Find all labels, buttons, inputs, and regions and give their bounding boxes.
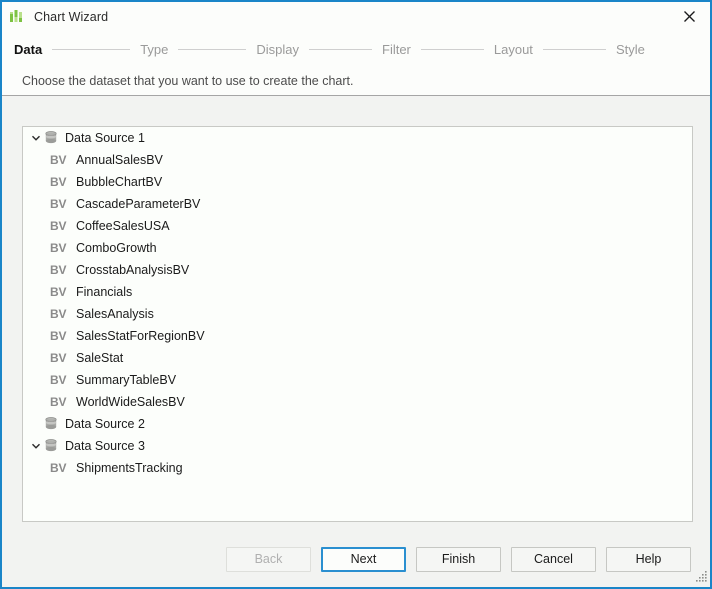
wizard-step-filter[interactable]: Filter bbox=[382, 42, 411, 57]
wizard-step-data[interactable]: Data bbox=[14, 42, 42, 57]
business-view-icon: BV bbox=[50, 175, 67, 189]
close-icon bbox=[683, 11, 695, 22]
tree-item[interactable]: BV SalesAnalysis bbox=[23, 303, 692, 325]
step-connector bbox=[420, 48, 484, 50]
business-view-icon: BV bbox=[50, 351, 67, 365]
wizard-step-type[interactable]: Type bbox=[140, 42, 168, 57]
tree-item-label: AnnualSalesBV bbox=[76, 153, 163, 167]
tree-item[interactable]: BV CascadeParameterBV bbox=[23, 193, 692, 215]
chevron-down-icon bbox=[31, 135, 41, 141]
title-bar: Chart Wizard bbox=[2, 2, 710, 32]
wizard-step-display[interactable]: Display bbox=[256, 42, 299, 57]
tree-item-label: Financials bbox=[76, 285, 133, 299]
step-connector bbox=[309, 48, 372, 50]
database-icon bbox=[43, 438, 59, 454]
wizard-step-layout[interactable]: Layout bbox=[494, 42, 533, 57]
dialog-button-bar: Back Next Finish Cancel Help bbox=[2, 531, 710, 587]
finish-button[interactable]: Finish bbox=[416, 546, 501, 572]
content-area: Data Source 1 BV AnnualSalesBV BV BubbleChar… bbox=[2, 97, 710, 587]
tree-item[interactable]: BV CrosstabAnalysisBV bbox=[23, 259, 692, 281]
tree-item[interactable]: Data Source 2 bbox=[23, 413, 692, 435]
business-view-icon: BV bbox=[50, 153, 67, 167]
tree-item[interactable]: BV ComboGrowth bbox=[23, 237, 692, 259]
business-view-icon: BV bbox=[50, 219, 67, 233]
tree-item-label: Data Source 2 bbox=[65, 417, 145, 431]
tree-item-label: WorldWideSalesBV bbox=[76, 395, 185, 409]
tree-item-label: ShipmentsTracking bbox=[76, 461, 183, 475]
help-button[interactable]: Help bbox=[606, 546, 691, 572]
business-view-icon: BV bbox=[50, 461, 67, 475]
tree-item[interactable]: BV Financials bbox=[23, 281, 692, 303]
dataset-tree[interactable]: Data Source 1 BV AnnualSalesBV BV BubbleChar… bbox=[22, 126, 693, 522]
tree-item-label: SalesStatForRegionBV bbox=[76, 329, 205, 343]
resize-grip-icon[interactable] bbox=[692, 569, 708, 585]
business-view-icon: BV bbox=[50, 307, 67, 321]
tree-item[interactable]: BV WorldWideSalesBV bbox=[23, 391, 692, 413]
tree-item-label: SalesAnalysis bbox=[76, 307, 154, 321]
cancel-button[interactable]: Cancel bbox=[511, 546, 596, 572]
tree-item[interactable]: BV SaleStat bbox=[23, 347, 692, 369]
step-connector bbox=[178, 48, 247, 50]
tree-item[interactable]: BV SummaryTableBV bbox=[23, 369, 692, 391]
wizard-step-bar: Data Type Display Filter Layout Style bbox=[2, 31, 710, 67]
business-view-icon: BV bbox=[50, 197, 67, 211]
tree-item-label: Data Source 1 bbox=[65, 131, 145, 145]
tree-item[interactable]: Data Source 3 bbox=[23, 435, 692, 457]
step-connector bbox=[542, 48, 606, 50]
window-title: Chart Wizard bbox=[34, 9, 109, 24]
database-icon bbox=[43, 130, 59, 146]
tree-item-label: CoffeeSalesUSA bbox=[76, 219, 170, 233]
business-view-icon: BV bbox=[50, 395, 67, 409]
database-icon bbox=[43, 416, 59, 432]
page-description: Choose the dataset that you want to use … bbox=[2, 67, 710, 96]
tree-item-label: CascadeParameterBV bbox=[76, 197, 201, 211]
tree-item[interactable]: BV CoffeeSalesUSA bbox=[23, 215, 692, 237]
tree-item-label: ComboGrowth bbox=[76, 241, 157, 255]
tree-item[interactable]: BV AnnualSalesBV bbox=[23, 149, 692, 171]
tree-item-label: SummaryTableBV bbox=[76, 373, 177, 387]
tree-item-label: Data Source 3 bbox=[65, 439, 145, 453]
tree-expander[interactable] bbox=[29, 131, 43, 145]
business-view-icon: BV bbox=[50, 241, 67, 255]
tree-item[interactable]: BV SalesStatForRegionBV bbox=[23, 325, 692, 347]
step-connector bbox=[52, 48, 131, 50]
tree-item-label: SaleStat bbox=[76, 351, 124, 365]
tree-item-label: CrosstabAnalysisBV bbox=[76, 263, 190, 277]
bar-chart-icon bbox=[8, 8, 26, 26]
chevron-down-icon bbox=[31, 443, 41, 449]
wizard-step-style[interactable]: Style bbox=[616, 42, 645, 57]
business-view-icon: BV bbox=[50, 329, 67, 343]
business-view-icon: BV bbox=[50, 263, 67, 277]
back-button[interactable]: Back bbox=[226, 546, 311, 572]
tree-item[interactable]: BV ShipmentsTracking bbox=[23, 457, 692, 479]
business-view-icon: BV bbox=[50, 373, 67, 387]
close-button[interactable] bbox=[668, 2, 710, 31]
tree-expander[interactable] bbox=[29, 439, 43, 453]
next-button[interactable]: Next bbox=[321, 546, 406, 572]
tree-item[interactable]: Data Source 1 bbox=[23, 127, 692, 149]
business-view-icon: BV bbox=[50, 285, 67, 299]
tree-item[interactable]: BV BubbleChartBV bbox=[23, 171, 692, 193]
chart-wizard-window: Chart Wizard Data Type Display Filter La… bbox=[0, 0, 712, 589]
tree-item-label: BubbleChartBV bbox=[76, 175, 163, 189]
